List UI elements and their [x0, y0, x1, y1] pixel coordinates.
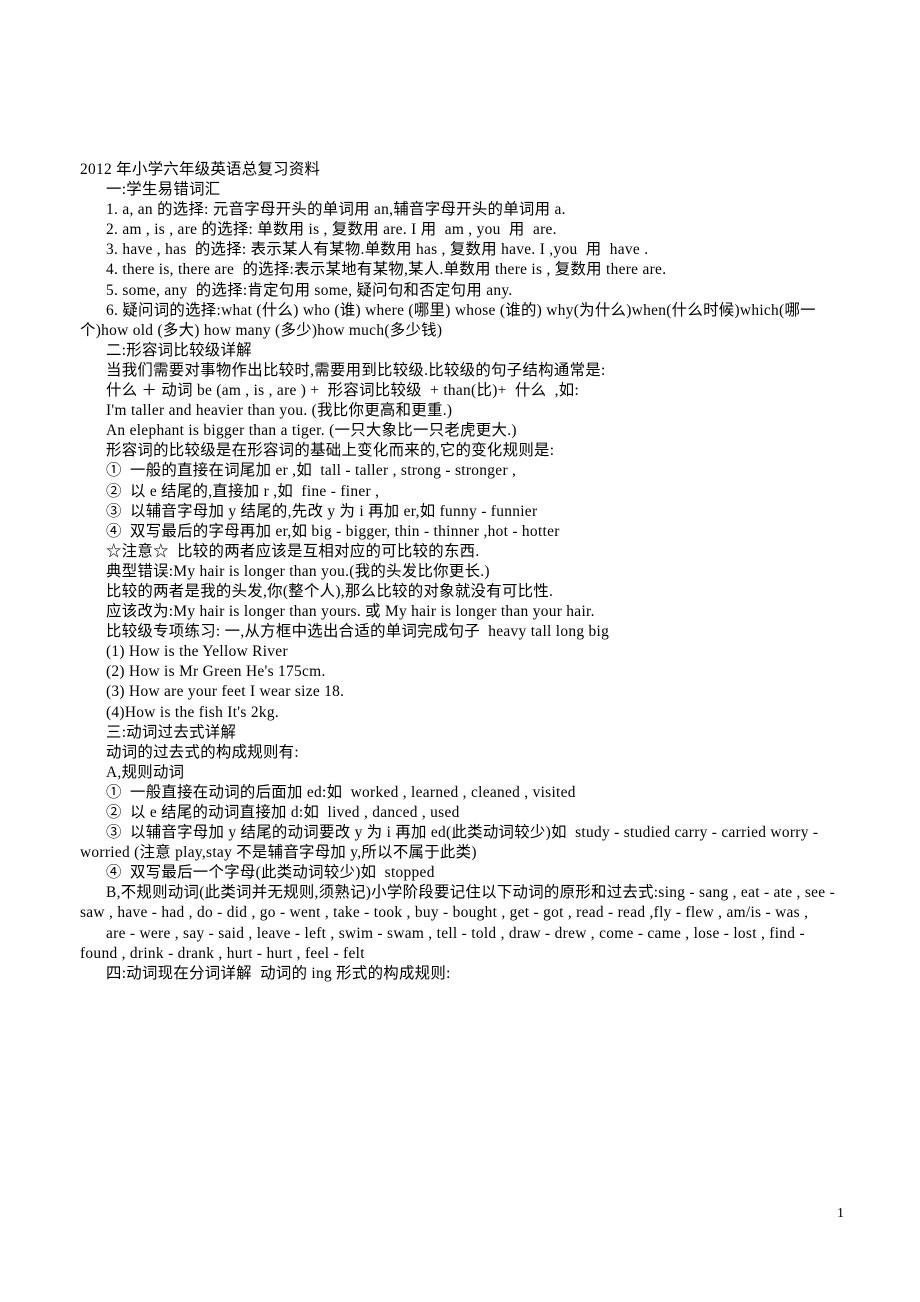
exercise-question: (2) How is Mr Green He's 175cm.	[106, 663, 326, 681]
list-item: 6. 疑问词的选择:what (什么) who (谁) where (哪里) w…	[80, 301, 816, 339]
section-heading-four: 四:动词现在分词详解 动词的 ing 形式的构成规则:	[106, 964, 451, 982]
subsection-heading: A,规则动词	[106, 763, 185, 781]
exercise-question: (3) How are your feet I wear size 18.	[106, 683, 345, 701]
section-heading-two: 二:形容词比较级详解	[106, 341, 252, 359]
section-heading-three: 三:动词过去式详解	[106, 723, 237, 741]
body-text: 形容词的比较级是在形容词的基础上变化而来的,它的变化规则是:	[106, 442, 555, 460]
rule-item: ③ 以辅音字母加 y 结尾的动词要改 y 为 i 再加 ed(此类动词较少)如 …	[80, 824, 823, 862]
body-text: 什么 ＋ 动词 be (am , is , are ) + 形容词比较级 + t…	[106, 382, 580, 400]
exercise-question: (4)How is the fish It's 2kg.	[106, 703, 279, 721]
body-text: 比较的两者是我的头发,你(整个人),那么比较的对象就没有可比性.	[106, 582, 554, 600]
exercise-heading: 比较级专项练习: 一,从方框中选出合适的单词完成句子 heavy tall lo…	[106, 623, 610, 641]
body-text: 动词的过去式的构成规则有:	[106, 743, 299, 761]
rule-item: ① 一般直接在动词的后面加 ed:如 worked , learned , cl…	[106, 783, 576, 801]
list-item: 3. have , has 的选择: 表示某人有某物.单数用 has , 复数用…	[106, 241, 649, 259]
list-item: 1. a, an 的选择: 元音字母开头的单词用 an,辅音字母开头的单词用 a…	[106, 201, 566, 219]
body-text: 典型错误:My hair is longer than you.(我的头发比你更…	[106, 562, 490, 580]
page-number: 1	[837, 1206, 844, 1221]
rule-item: ② 以 e 结尾的动词直接加 d:如 lived , danced , used	[106, 804, 460, 821]
rule-item: ④ 双写最后的字母再加 er,如 big - bigger, thin - th…	[106, 522, 560, 540]
document-title: 2012 年小学六年级英语总复习资料	[80, 161, 321, 178]
section-heading-one: 一:学生易错词汇	[106, 181, 221, 199]
rule-item: ③ 以辅音字母加 y 结尾的,先改 y 为 i 再加 er,如 funny - …	[106, 502, 538, 520]
rule-item: ④ 双写最后一个字母(此类动词较少)如 stopped	[106, 864, 435, 882]
body-text: 当我们需要对事物作出比较时,需要用到比较级.比较级的句子结构通常是:	[106, 361, 606, 379]
example-sentence: An elephant is bigger than a tiger. (一只大…	[106, 422, 517, 440]
exercise-question: (1) How is the Yellow River	[106, 643, 288, 661]
note-text: ☆注意☆ 比较的两者应该是互相对应的可比较的东西.	[106, 542, 480, 560]
document-page: 2012 年小学六年级英语总复习资料 一:学生易错词汇 1. a, an 的选择…	[0, 0, 920, 1302]
rule-item: ② 以 e 结尾的,直接加 r ,如 fine - finer ,	[106, 482, 380, 500]
rule-item: ① 一般的直接在词尾加 er ,如 tall - taller , strong…	[106, 462, 517, 480]
example-sentence: I'm taller and heavier than you. (我比你更高和…	[106, 402, 453, 420]
subsection-heading: B,不规则动词(此类词并无规则,须熟记)小学阶段要记住以下动词的原形和过去式:s…	[80, 884, 840, 922]
list-item: 2. am , is , are 的选择: 单数用 is , 复数用 are. …	[106, 221, 557, 239]
body-text: 应该改为:My hair is longer than yours. 或 My …	[106, 603, 595, 621]
verb-list: are - were , say - said , leave - left ,…	[80, 924, 810, 962]
list-item: 4. there is, there are 的选择:表示某地有某物,某人.单数…	[106, 261, 667, 279]
list-item: 5. some, any 的选择:肯定句用 some, 疑问句和否定句用 any…	[106, 281, 513, 299]
document-body: 2012 年小学六年级英语总复习资料 一:学生易错词汇 1. a, an 的选择…	[80, 160, 840, 984]
